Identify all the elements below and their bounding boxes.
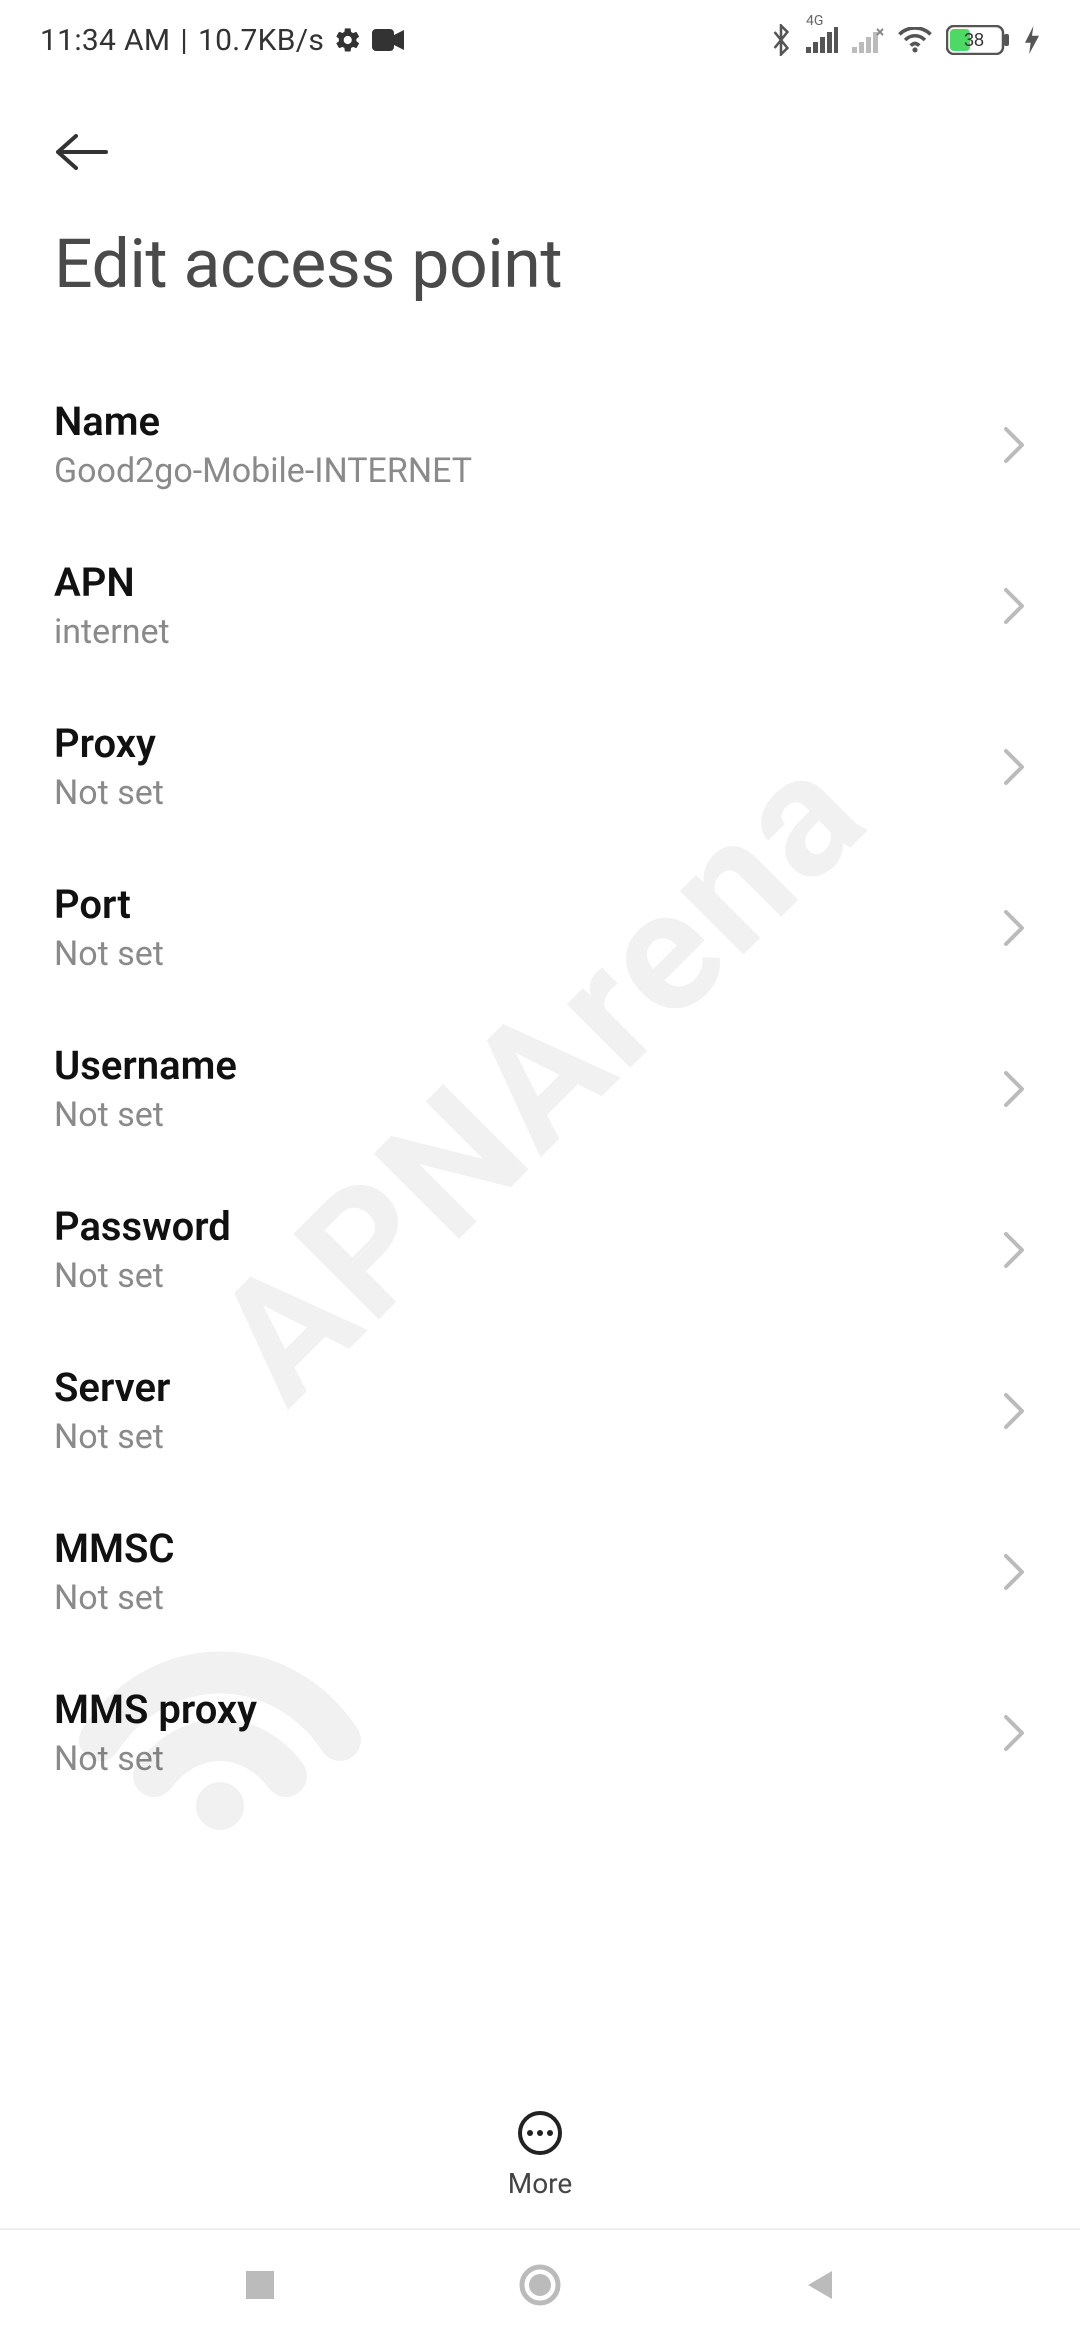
system-nav-bar [0, 2230, 1080, 2340]
back-nav-button[interactable] [790, 2255, 850, 2315]
setting-row-password[interactable]: Password Not set [0, 1169, 1080, 1330]
bolt-icon [1024, 26, 1040, 54]
setting-row-mms-proxy[interactable]: MMS proxy Not set [0, 1652, 1080, 1813]
setting-label: Proxy [54, 720, 982, 767]
setting-value: Not set [54, 934, 982, 974]
setting-value: Not set [54, 1417, 982, 1457]
gear-icon [334, 26, 362, 54]
battery-icon: 38 [946, 25, 1010, 55]
setting-value: internet [54, 612, 982, 652]
chevron-right-icon [1002, 1552, 1026, 1592]
setting-value: Good2go-Mobile-INTERNET [54, 451, 982, 491]
chevron-right-icon [1002, 586, 1026, 626]
more-icon [516, 2109, 564, 2157]
status-speed: 10.7KB/s [198, 23, 324, 58]
square-icon [242, 2267, 278, 2303]
battery-text: 38 [964, 30, 984, 50]
camera-icon [372, 29, 404, 51]
bottom-action-bar: More [0, 2080, 1080, 2230]
setting-label: Username [54, 1042, 982, 1089]
status-time: 11:34 AM [40, 23, 170, 58]
status-separator: | [180, 23, 188, 58]
fade-overlay [0, 2020, 1080, 2080]
chevron-right-icon [1002, 1230, 1026, 1270]
chevron-right-icon [1002, 1391, 1026, 1431]
wifi-icon [898, 27, 932, 53]
status-bar: 11:34 AM | 10.7KB/s 4G 38 [0, 0, 1080, 80]
chevron-right-icon [1002, 908, 1026, 948]
more-label: More [508, 2167, 573, 2200]
signal-2-icon [852, 27, 884, 53]
chevron-right-icon [1002, 1713, 1026, 1753]
app-bar [0, 80, 1080, 184]
setting-label: Name [54, 398, 982, 445]
setting-label: MMS proxy [54, 1686, 982, 1733]
setting-row-server[interactable]: Server Not set [0, 1330, 1080, 1491]
chevron-right-icon [1002, 1069, 1026, 1109]
arrow-left-icon [54, 132, 110, 172]
status-bar-left: 11:34 AM | 10.7KB/s [40, 23, 404, 58]
home-button[interactable] [510, 2255, 570, 2315]
chevron-right-icon [1002, 425, 1026, 465]
setting-label: MMSC [54, 1525, 982, 1572]
setting-row-username[interactable]: Username Not set [0, 1008, 1080, 1169]
setting-row-name[interactable]: Name Good2go-Mobile-INTERNET [0, 364, 1080, 525]
signal-1-icon: 4G [806, 27, 838, 53]
chevron-right-icon [1002, 747, 1026, 787]
page-title: Edit access point [0, 184, 1080, 324]
status-bar-right: 4G 38 [770, 24, 1040, 56]
setting-label: Server [54, 1364, 982, 1411]
recent-apps-button[interactable] [230, 2255, 290, 2315]
circle-icon [518, 2263, 562, 2307]
setting-row-proxy[interactable]: Proxy Not set [0, 686, 1080, 847]
setting-value: Not set [54, 1739, 982, 1779]
network-type-label: 4G [806, 13, 823, 29]
setting-value: Not set [54, 1256, 982, 1296]
setting-value: Not set [54, 1095, 982, 1135]
setting-label: Port [54, 881, 982, 928]
setting-row-mmsc[interactable]: MMSC Not set [0, 1491, 1080, 1652]
setting-value: Not set [54, 1578, 982, 1618]
setting-value: Not set [54, 773, 982, 813]
more-button[interactable]: More [508, 2109, 573, 2200]
triangle-left-icon [802, 2267, 838, 2303]
setting-label: Password [54, 1203, 982, 1250]
setting-label: APN [54, 559, 982, 606]
back-button[interactable] [54, 120, 118, 184]
setting-row-port[interactable]: Port Not set [0, 847, 1080, 1008]
setting-row-apn[interactable]: APN internet [0, 525, 1080, 686]
bluetooth-icon [770, 24, 792, 56]
settings-list: Name Good2go-Mobile-INTERNET APN interne… [0, 324, 1080, 1813]
